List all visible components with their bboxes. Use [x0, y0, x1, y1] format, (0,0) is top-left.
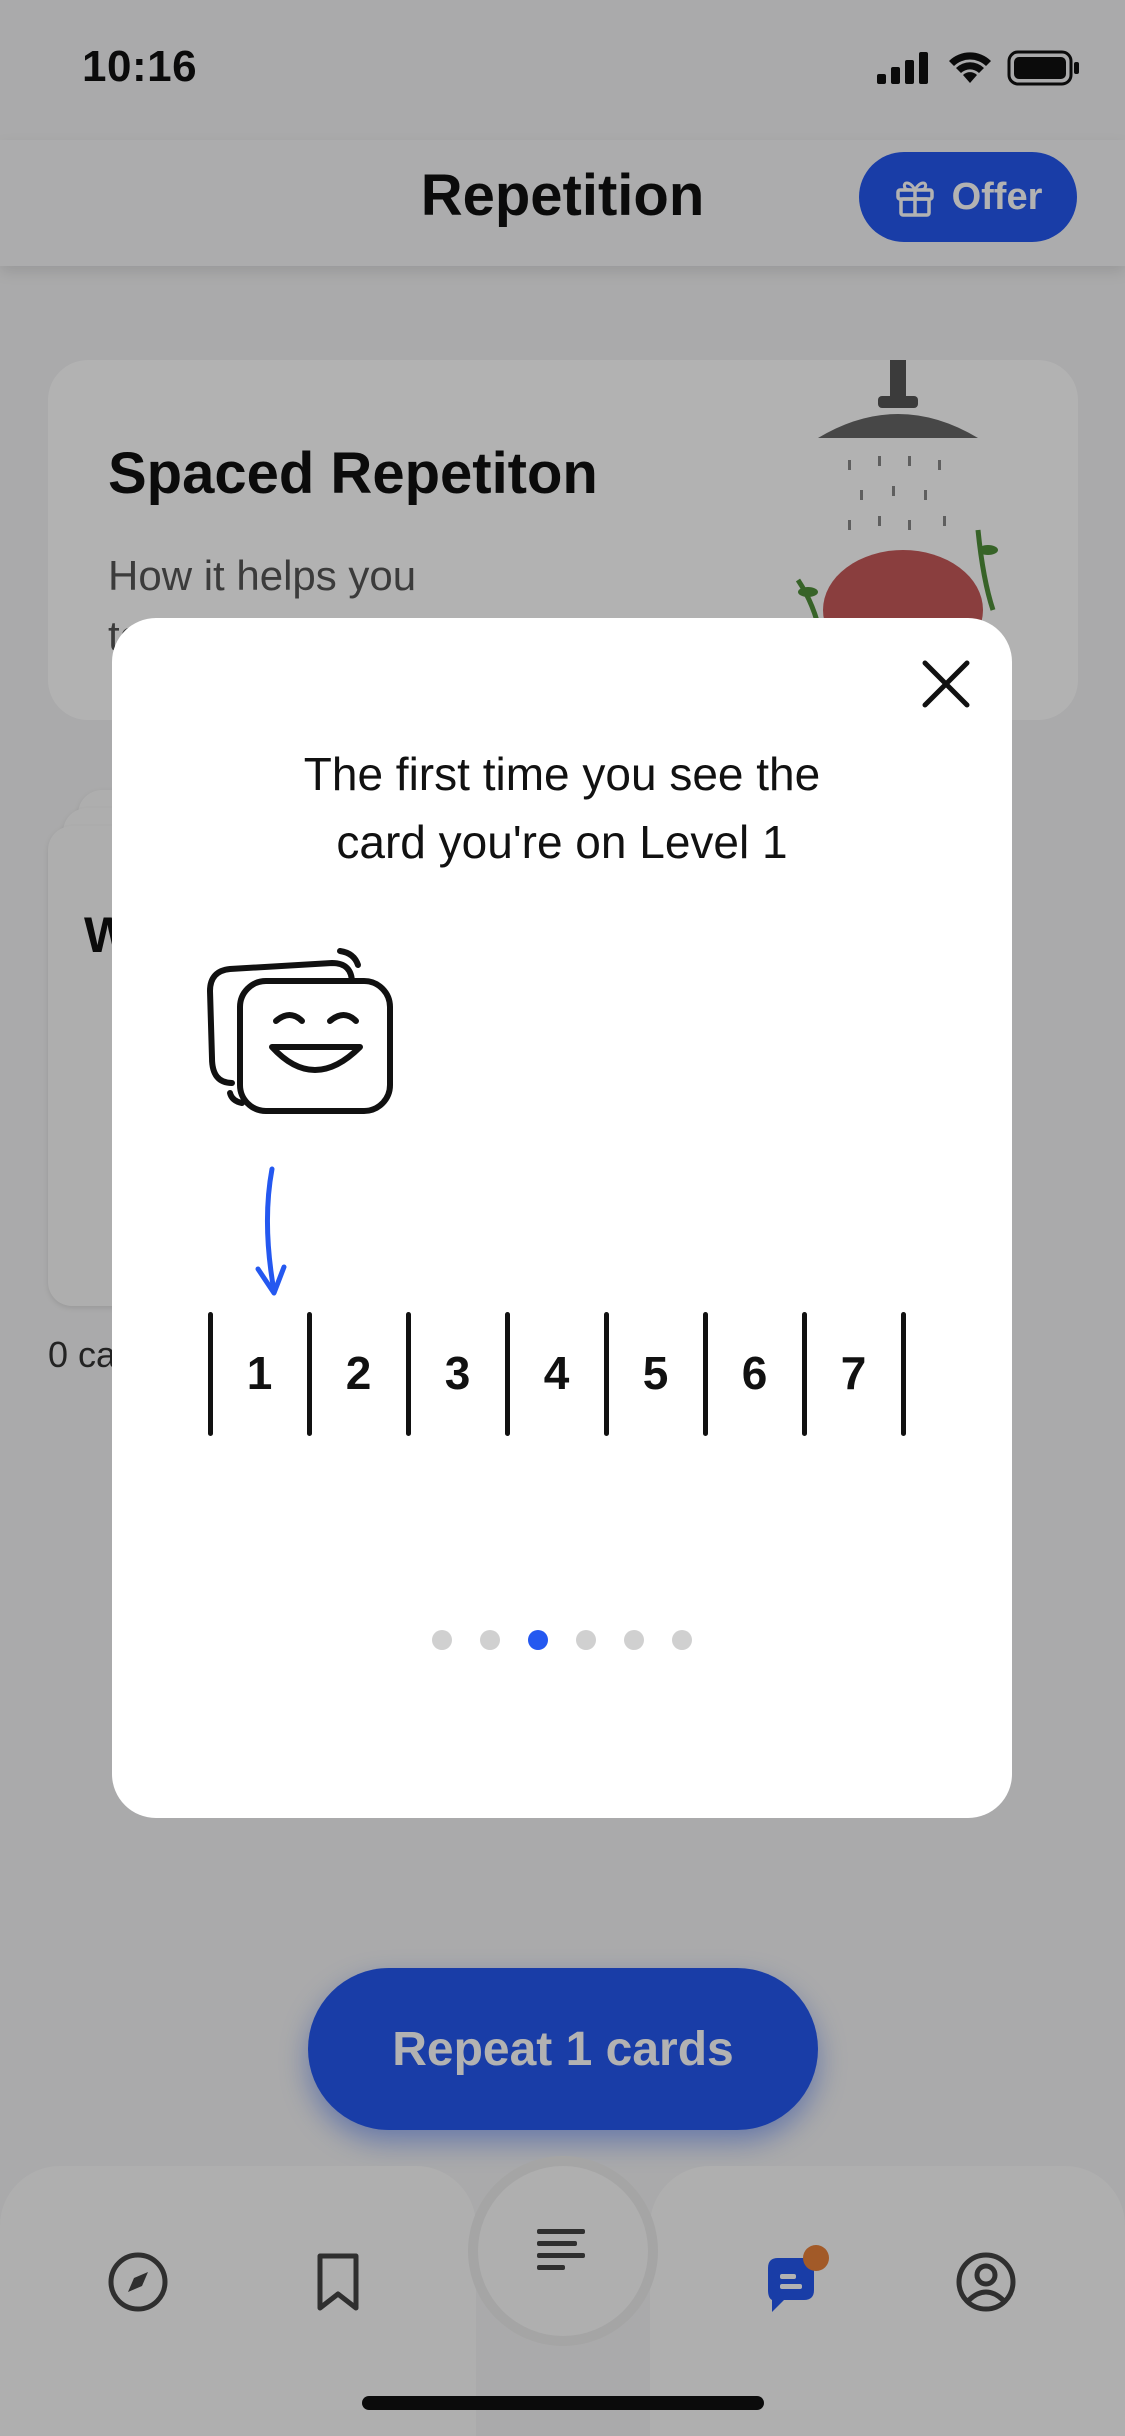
page-indicator — [112, 1630, 1012, 1650]
modal-description-line1: The first time you see the — [303, 748, 821, 800]
modal-description: The first time you see the card you're o… — [172, 740, 952, 876]
level-4: 4 — [543, 1347, 570, 1399]
page-dot-5[interactable] — [624, 1630, 644, 1650]
page-dot-6[interactable] — [672, 1630, 692, 1650]
page-dot-4[interactable] — [576, 1630, 596, 1650]
smiling-card-icon — [206, 948, 393, 1114]
level-3: 3 — [444, 1347, 471, 1399]
arrow-down-icon — [255, 1166, 287, 1296]
close-button[interactable] — [910, 648, 982, 720]
level-1: 1 — [246, 1347, 273, 1399]
close-icon — [922, 660, 970, 708]
level-explainer-modal: The first time you see the card you're o… — [112, 618, 1012, 1818]
modal-description-line2: card you're on Level 1 — [336, 816, 788, 868]
level-2: 2 — [345, 1347, 372, 1399]
page-dot-1[interactable] — [432, 1630, 452, 1650]
level-scale: 1 2 3 4 5 6 7 — [208, 1308, 928, 1438]
level-5: 5 — [642, 1347, 669, 1399]
level-divider — [901, 1312, 906, 1436]
level-7: 7 — [840, 1347, 867, 1399]
page-dot-2[interactable] — [480, 1630, 500, 1650]
page-dot-3[interactable] — [528, 1630, 548, 1650]
level-6: 6 — [741, 1347, 768, 1399]
